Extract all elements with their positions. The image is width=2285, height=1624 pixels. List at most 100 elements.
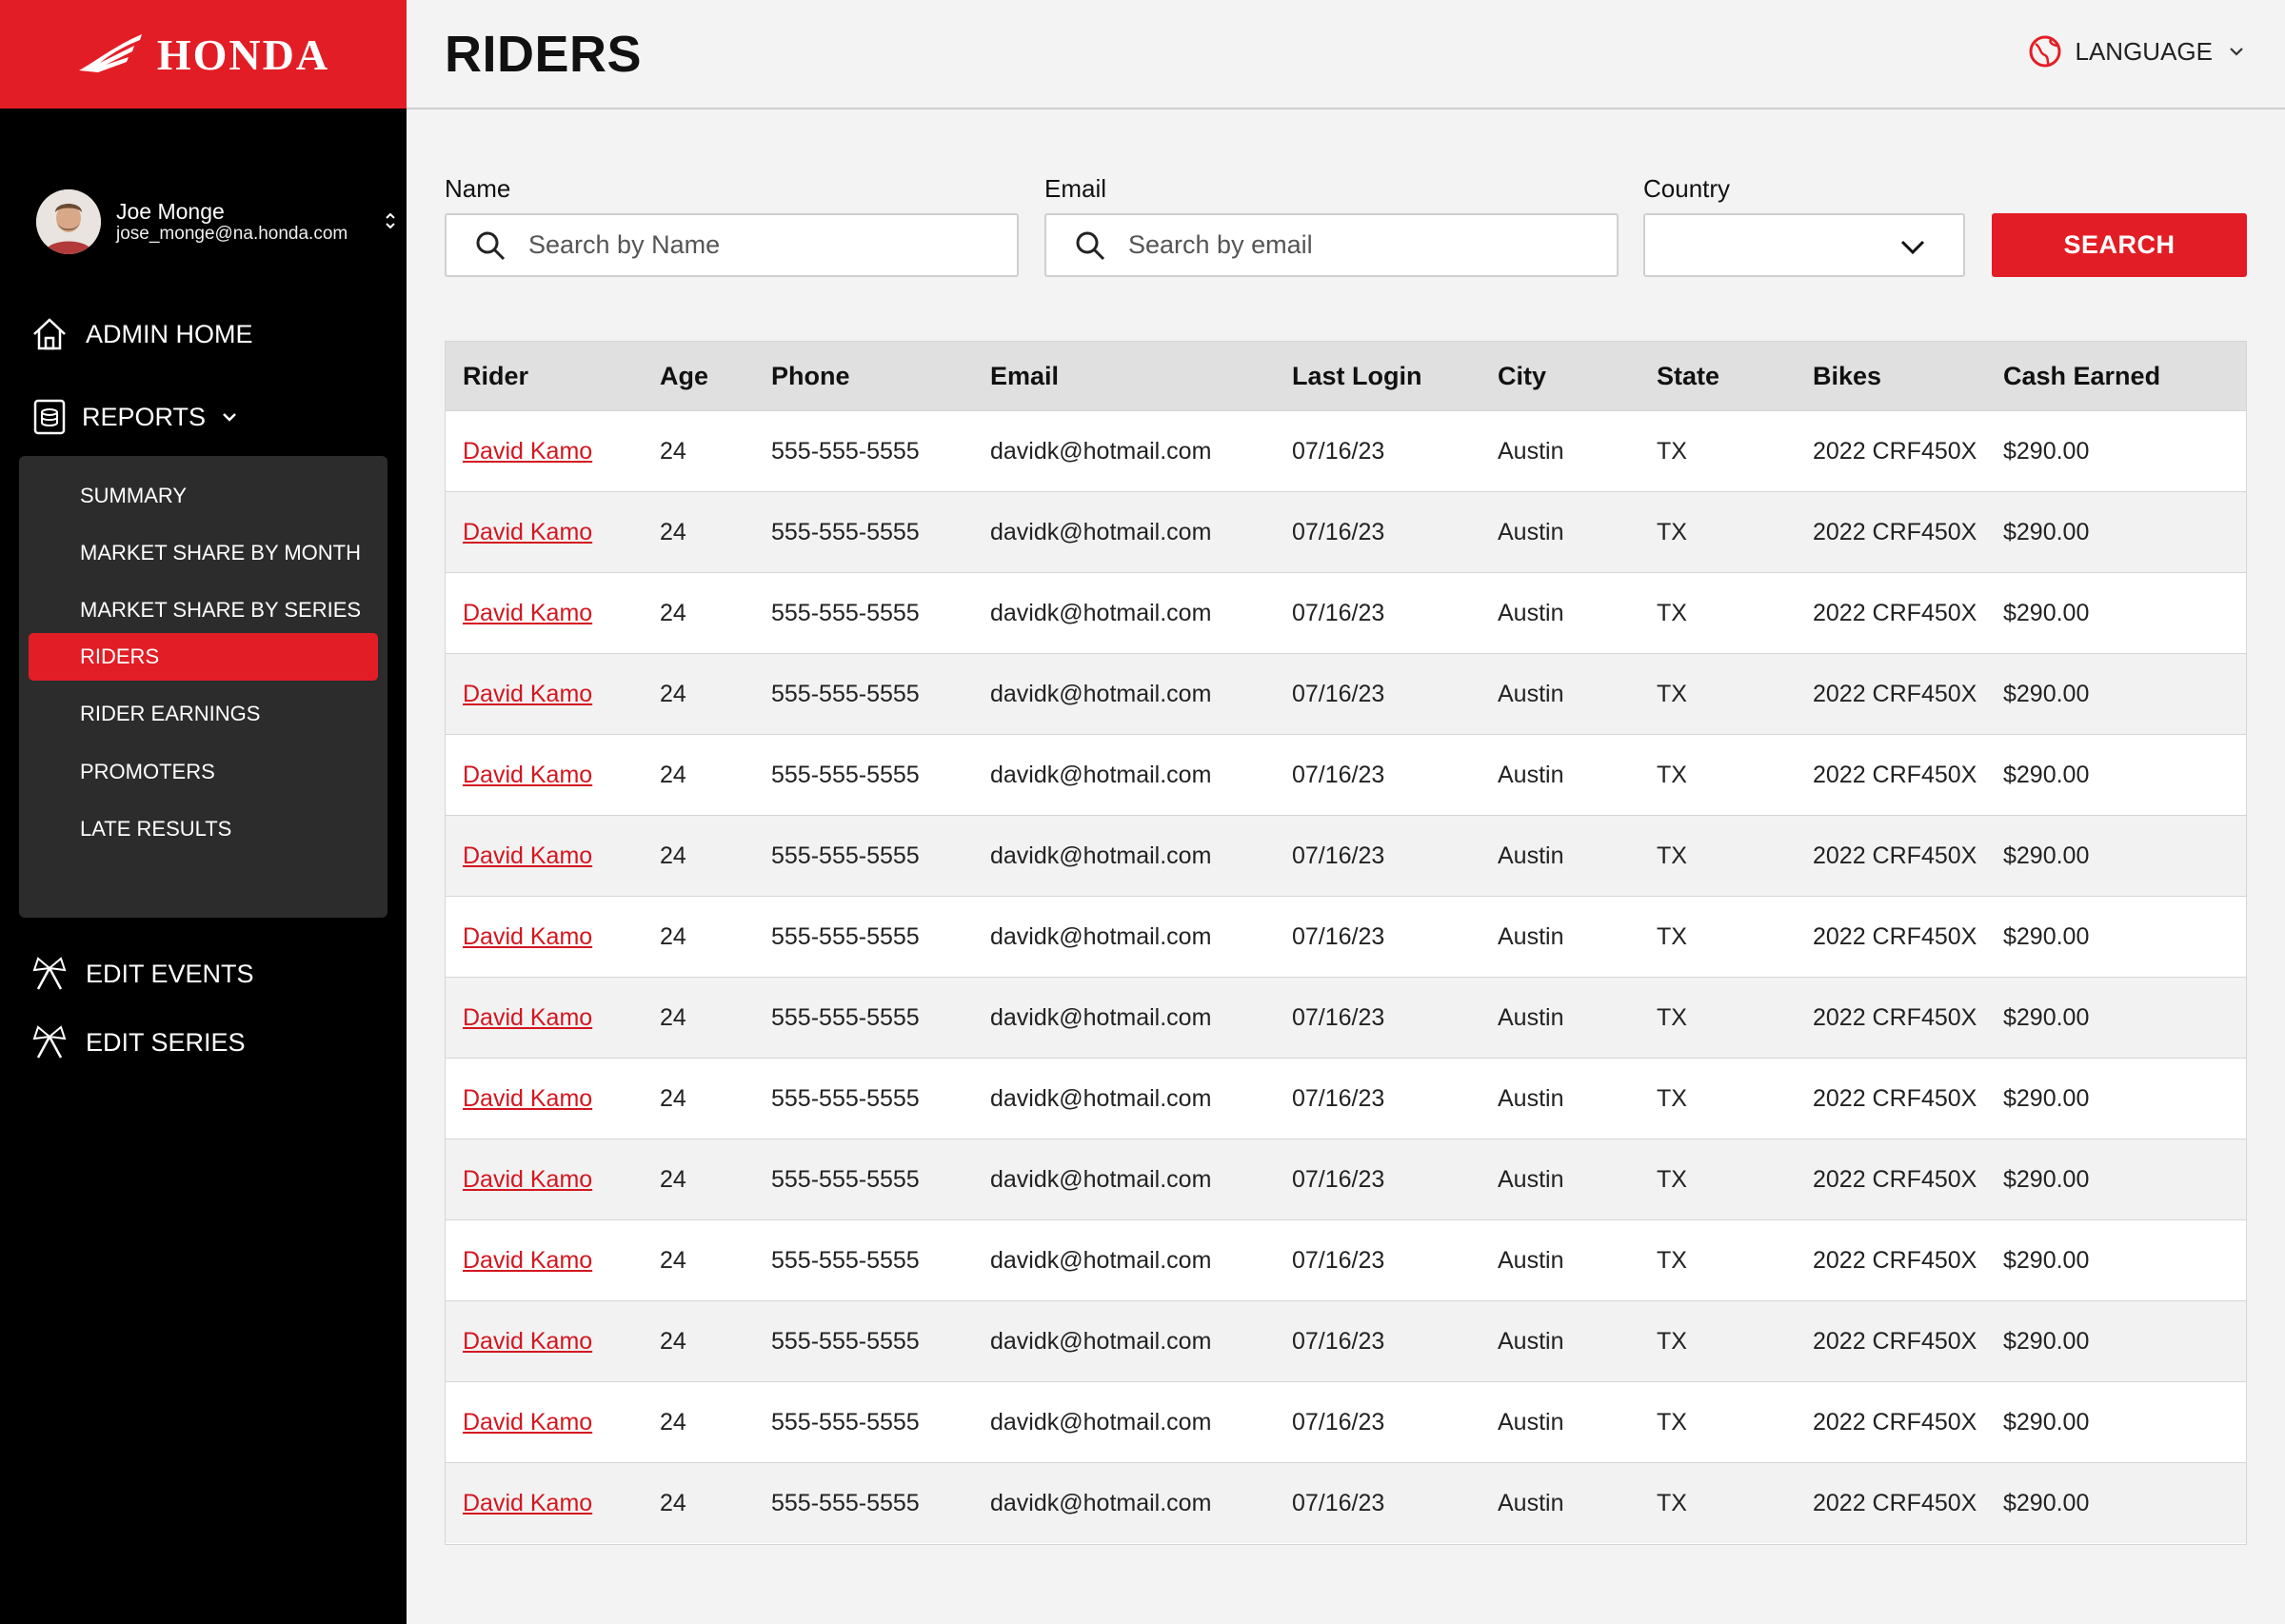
cell-state: TX <box>1657 842 1687 869</box>
cell-last-login: 07/16/23 <box>1292 762 1385 788</box>
column-header-rider[interactable]: Rider <box>463 342 528 410</box>
cell-email: davidk@hotmail.com <box>990 923 1212 950</box>
cell-age: 24 <box>660 438 686 465</box>
cell-phone: 555-555-5555 <box>771 1166 920 1193</box>
column-header-phone[interactable]: Phone <box>771 342 850 410</box>
column-header-state[interactable]: State <box>1657 342 1719 410</box>
nav-admin-home[interactable]: ADMIN HOME <box>30 315 253 353</box>
rider-name-link[interactable]: David Kamo <box>463 735 592 816</box>
rider-name-link[interactable]: David Kamo <box>463 816 592 897</box>
database-icon <box>30 398 69 436</box>
nav-edit-events[interactable]: EDIT EVENTS <box>30 955 254 993</box>
cell-bikes: 2022 CRF450X <box>1813 762 1977 788</box>
email-filter-label: Email <box>1044 174 1107 203</box>
column-header-last-login[interactable]: Last Login <box>1292 342 1422 410</box>
user-profile[interactable]: Joe Monge jose_monge@na.honda.com <box>36 188 403 255</box>
rider-name-link[interactable]: David Kamo <box>463 411 592 492</box>
rider-name-link[interactable]: David Kamo <box>463 978 592 1059</box>
checkered-flags-icon <box>30 955 69 993</box>
language-label: LANGUAGE <box>2075 36 2214 66</box>
cell-age: 24 <box>660 1409 686 1436</box>
column-header-city[interactable]: City <box>1498 342 1546 410</box>
rider-name-link[interactable]: David Kamo <box>463 1139 592 1220</box>
submenu-item-market-share-by-series[interactable]: MARKET SHARE BY SERIES <box>29 586 378 634</box>
cell-state: TX <box>1657 1409 1687 1436</box>
rider-name-link[interactable]: David Kamo <box>463 1463 592 1544</box>
brand-logo[interactable]: HONDA <box>0 0 407 109</box>
submenu-item-market-share-by-month[interactable]: MARKET SHARE BY MONTH <box>29 529 378 577</box>
cell-age: 24 <box>660 762 686 788</box>
cell-bikes: 2022 CRF450X <box>1813 600 1977 626</box>
cell-last-login: 07/16/23 <box>1292 519 1385 545</box>
rider-name-link[interactable]: David Kamo <box>463 1220 592 1301</box>
table-row: David Kamo 24 555-555-5555 davidk@hotmail.c… <box>446 896 2246 977</box>
name-search-input[interactable] <box>528 230 985 260</box>
submenu-item-label: SUMMARY <box>80 484 188 507</box>
submenu-item-promoters[interactable]: PROMOTERS <box>29 748 378 796</box>
cell-age: 24 <box>660 681 686 707</box>
table-row: David Kamo 24 555-555-5555 davidk@hotmail.c… <box>446 977 2246 1058</box>
cell-last-login: 07/16/23 <box>1292 681 1385 707</box>
cell-cash-earned: $290.00 <box>2003 1166 2090 1193</box>
submenu-item-riders[interactable]: RIDERS <box>29 633 378 681</box>
rider-name-link[interactable]: David Kamo <box>463 492 592 573</box>
column-header-age[interactable]: Age <box>660 342 708 410</box>
cell-state: TX <box>1657 600 1687 626</box>
cell-state: TX <box>1657 519 1687 545</box>
cell-phone: 555-555-5555 <box>771 681 920 707</box>
table-row: David Kamo 24 555-555-5555 davidk@hotmail.c… <box>446 1219 2246 1300</box>
cell-email: davidk@hotmail.com <box>990 1490 1212 1516</box>
cell-cash-earned: $290.00 <box>2003 600 2090 626</box>
up-down-chevron-icon[interactable] <box>384 209 397 232</box>
table-row: David Kamo 24 555-555-5555 davidk@hotmail.c… <box>446 491 2246 572</box>
cell-cash-earned: $290.00 <box>2003 762 2090 788</box>
language-selector[interactable]: LANGUAGE <box>2028 34 2248 69</box>
cell-cash-earned: $290.00 <box>2003 923 2090 950</box>
nav-reports[interactable]: REPORTS <box>30 398 240 436</box>
name-search-field[interactable] <box>445 213 1019 277</box>
table-row: David Kamo 24 555-555-5555 davidk@hotmail.c… <box>446 572 2246 653</box>
cell-state: TX <box>1657 681 1687 707</box>
chevron-down-icon <box>2230 48 2243 56</box>
cell-state: TX <box>1657 1004 1687 1031</box>
column-header-email[interactable]: Email <box>990 342 1059 410</box>
cell-email: davidk@hotmail.com <box>990 600 1212 626</box>
submenu-item-late-results[interactable]: LATE RESULTS <box>29 805 378 853</box>
rider-name-link[interactable]: David Kamo <box>463 1059 592 1139</box>
cell-cash-earned: $290.00 <box>2003 842 2090 869</box>
rider-name-link[interactable]: David Kamo <box>463 1301 592 1382</box>
rider-name-link[interactable]: David Kamo <box>463 897 592 978</box>
cell-email: davidk@hotmail.com <box>990 438 1212 465</box>
avatar <box>36 189 101 254</box>
submenu-item-label: PROMOTERS <box>80 760 215 783</box>
submenu-item-rider-earnings[interactable]: RIDER EARNINGS <box>29 690 378 738</box>
rider-name-link[interactable]: David Kamo <box>463 573 592 654</box>
cell-age: 24 <box>660 600 686 626</box>
cell-cash-earned: $290.00 <box>2003 519 2090 545</box>
cell-city: Austin <box>1498 1409 1564 1436</box>
honda-wing-icon <box>78 34 142 72</box>
column-header-bikes[interactable]: Bikes <box>1813 342 1881 410</box>
rider-name-link[interactable]: David Kamo <box>463 1382 592 1463</box>
cell-city: Austin <box>1498 923 1564 950</box>
cell-bikes: 2022 CRF450X <box>1813 681 1977 707</box>
cell-state: TX <box>1657 1247 1687 1274</box>
cell-phone: 555-555-5555 <box>771 519 920 545</box>
cell-email: davidk@hotmail.com <box>990 1328 1212 1355</box>
cell-state: TX <box>1657 923 1687 950</box>
email-search-input[interactable] <box>1128 230 1585 260</box>
column-header-cash-earned[interactable]: Cash Earned <box>2003 342 2160 410</box>
cell-bikes: 2022 CRF450X <box>1813 1085 1977 1112</box>
nav-edit-series[interactable]: EDIT SERIES <box>30 1023 246 1061</box>
cell-city: Austin <box>1498 1328 1564 1355</box>
reports-submenu: SUMMARY MARKET SHARE BY MONTH MARKET SHA… <box>19 456 387 918</box>
country-select[interactable] <box>1643 213 1965 277</box>
cell-phone: 555-555-5555 <box>771 1247 920 1274</box>
rider-name-link[interactable]: David Kamo <box>463 654 592 735</box>
email-search-field[interactable] <box>1044 213 1619 277</box>
search-button[interactable]: SEARCH <box>1992 213 2247 277</box>
cell-email: davidk@hotmail.com <box>990 519 1212 545</box>
search-icon <box>471 227 509 265</box>
cell-last-login: 07/16/23 <box>1292 923 1385 950</box>
submenu-item-summary[interactable]: SUMMARY <box>29 472 378 520</box>
